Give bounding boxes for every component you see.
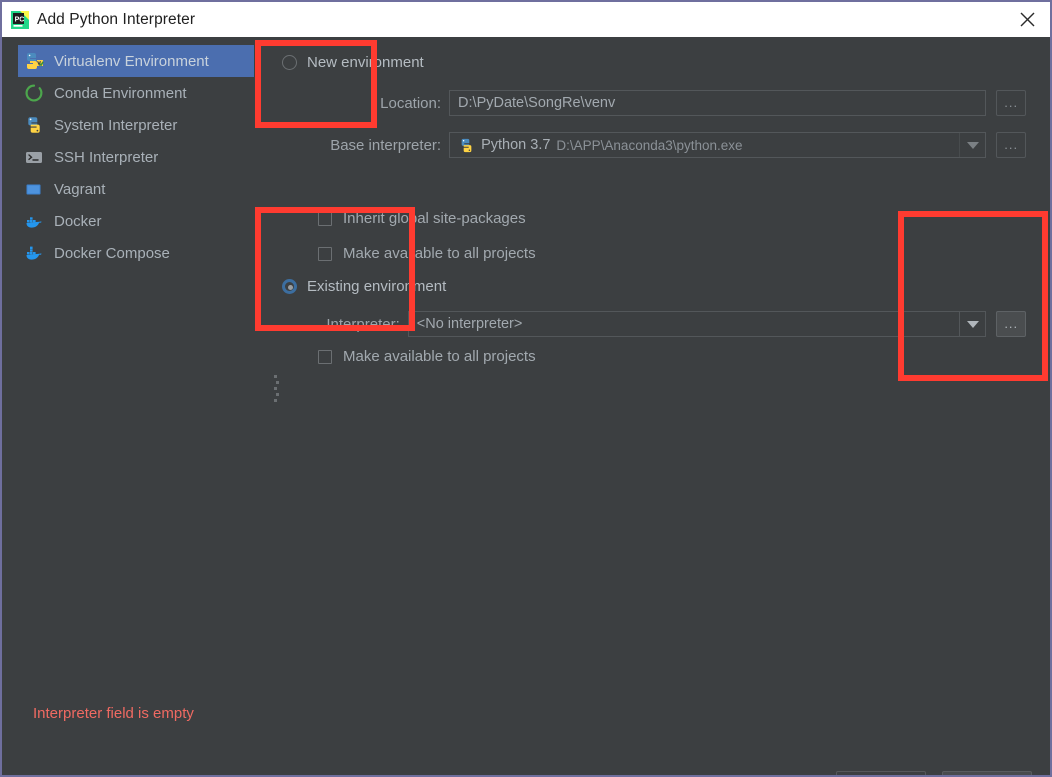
cancel-button[interactable]: Cancel — [942, 771, 1032, 775]
docker-compose-icon — [24, 243, 44, 263]
base-interpreter-path: D:\APP\Anaconda3\python.exe — [556, 137, 743, 153]
chevron-down-icon[interactable] — [959, 312, 985, 336]
splitter-grip[interactable] — [274, 375, 279, 402]
sidebar-item-docker-compose[interactable]: Docker Compose — [18, 237, 170, 269]
sidebar-item-ssh-interpreter[interactable]: SSH Interpreter — [18, 141, 158, 173]
dialog-content: Virtualenv Environment Conda Environment — [2, 37, 1050, 775]
error-message: Interpreter field is empty — [33, 705, 194, 722]
base-interpreter-value: Python 3.7 D:\APP\Anaconda3\python.exe — [450, 137, 959, 154]
window-title: Add Python Interpreter — [37, 10, 196, 28]
interpreter-label: Interpreter: — [326, 315, 400, 333]
new-env-make-available-label: Make available to all projects — [343, 245, 536, 262]
sidebar-item-vagrant[interactable]: Vagrant — [18, 173, 105, 205]
sidebar-item-docker[interactable]: Docker — [18, 205, 102, 237]
location-row: Location: D:\PyDate\SongRe\venv ... — [260, 90, 1026, 116]
vagrant-icon — [24, 179, 44, 199]
sidebar-item-label: SSH Interpreter — [54, 148, 159, 166]
new-environment-radio[interactable] — [282, 55, 297, 70]
existing-env-make-available-checkbox[interactable] — [318, 349, 332, 364]
virtualenv-icon — [24, 51, 44, 71]
interpreter-settings-panel: New environment Location: D:\PyDate\Song… — [260, 37, 1050, 775]
sidebar-item-label: Vagrant — [54, 180, 106, 198]
existing-environment-label: Existing environment — [307, 278, 447, 295]
ok-button[interactable]: OK — [836, 771, 926, 775]
sidebar-item-label: Conda Environment — [54, 84, 187, 102]
title-bar: PC Add Python Interpreter — [2, 2, 1050, 37]
sidebar-item-label: Virtualenv Environment — [54, 52, 209, 70]
close-icon[interactable] — [1004, 2, 1050, 37]
chevron-down-icon[interactable] — [959, 133, 985, 157]
inherit-global-site-packages-label: Inherit global site-packages — [343, 210, 526, 227]
new-env-make-available-checkbox[interactable] — [318, 246, 332, 261]
existing-environment-radio[interactable] — [282, 279, 297, 294]
base-interpreter-combo[interactable]: Python 3.7 D:\APP\Anaconda3\python.exe — [449, 132, 987, 158]
inherit-global-site-packages-checkbox[interactable] — [318, 211, 332, 226]
existing-env-make-available-label: Make available to all projects — [343, 348, 536, 365]
inherit-global-site-packages-row[interactable]: Inherit global site-packages — [318, 210, 526, 227]
python-icon — [24, 115, 44, 135]
sidebar-item-label: Docker — [54, 212, 102, 230]
new-environment-label: New environment — [307, 54, 424, 71]
new-env-make-available-row[interactable]: Make available to all projects — [318, 245, 536, 262]
sidebar-item-system-interpreter[interactable]: System Interpreter — [18, 109, 177, 141]
sidebar-item-virtualenv-environment[interactable]: Virtualenv Environment — [18, 45, 254, 77]
interpreter-combo[interactable]: <No interpreter> — [407, 311, 987, 337]
sidebar-item-conda-environment[interactable]: Conda Environment — [18, 77, 187, 109]
pycharm-icon: PC — [11, 10, 29, 29]
sidebar-item-label: Docker Compose — [54, 244, 170, 262]
location-browse-button[interactable]: ... — [996, 90, 1026, 116]
location-label: Location: — [380, 94, 442, 112]
svg-text:PC: PC — [15, 16, 25, 23]
base-interpreter-row: Base interpreter: Python 3.7 D:\APP\Anac… — [260, 132, 1026, 158]
new-environment-radio-row[interactable]: New environment — [282, 54, 424, 71]
existing-env-make-available-row[interactable]: Make available to all projects — [318, 348, 536, 365]
python-icon — [458, 137, 475, 154]
docker-icon — [24, 211, 44, 231]
existing-environment-radio-row[interactable]: Existing environment — [282, 278, 446, 295]
interpreter-browse-button[interactable]: ... — [996, 311, 1027, 337]
sidebar-item-label: System Interpreter — [54, 116, 178, 134]
conda-icon — [24, 83, 44, 103]
terminal-icon — [24, 147, 44, 167]
add-python-interpreter-dialog: PC Add Python Interpreter Virtualenv Env… — [0, 0, 1052, 777]
location-input[interactable]: D:\PyDate\SongRe\venv — [449, 90, 987, 116]
base-interpreter-label: Base interpreter: — [330, 136, 442, 154]
interpreter-type-list[interactable]: Virtualenv Environment Conda Environment — [2, 37, 260, 775]
interpreter-row: Interpreter: <No interpreter> ... — [260, 311, 1027, 337]
interpreter-value: <No interpreter> — [416, 316, 523, 332]
base-interpreter-browse-button[interactable]: ... — [996, 132, 1026, 158]
base-interpreter-name: Python 3.7 — [481, 137, 551, 153]
